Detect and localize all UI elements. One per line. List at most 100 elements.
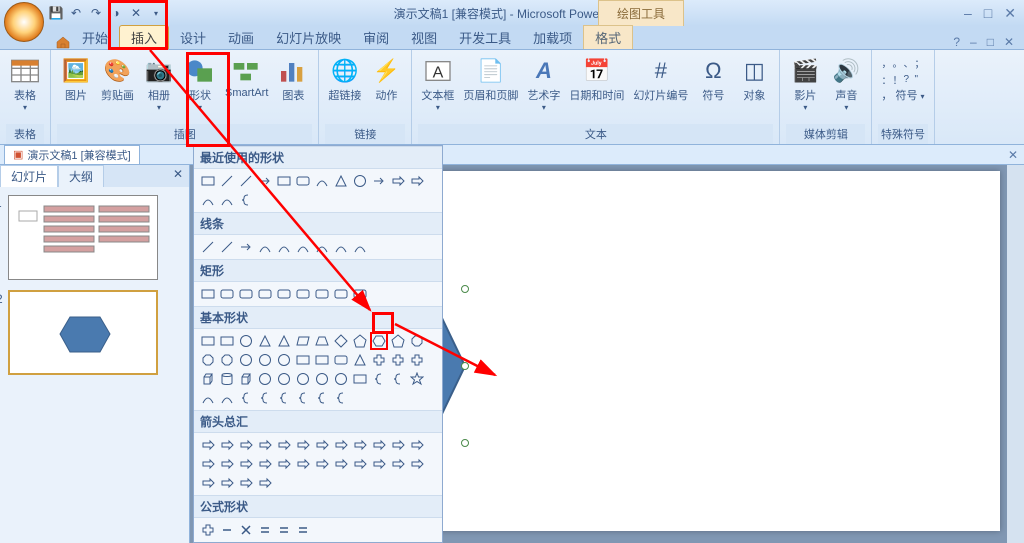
tab-insert[interactable]: 插入: [119, 25, 169, 49]
header-footer-button[interactable]: 📄页眉和页脚: [460, 53, 521, 105]
shape-basic-37[interactable]: [218, 389, 236, 407]
sel-handle-mr[interactable]: [461, 362, 469, 370]
shape-basic-28[interactable]: [275, 370, 293, 388]
shape-arrow-15[interactable]: [256, 455, 274, 473]
shape-basic-10[interactable]: [389, 332, 407, 350]
shape-arrow-27[interactable]: [256, 474, 274, 492]
shape-recent-8[interactable]: [351, 172, 369, 190]
shape-recent-3[interactable]: [256, 172, 274, 190]
sel-handle-br[interactable]: [461, 439, 469, 447]
shape-basic-36[interactable]: [199, 389, 217, 407]
shape-basic-9[interactable]: [370, 332, 388, 350]
office-button[interactable]: [4, 2, 44, 42]
shape-basic-21[interactable]: [370, 351, 388, 369]
tab-review[interactable]: 审阅: [352, 26, 400, 49]
shape-line-1[interactable]: [218, 238, 236, 256]
tab-slides-thumbnail[interactable]: 幻灯片: [0, 165, 58, 187]
shape-eq-3[interactable]: [256, 521, 274, 539]
shape-basic-14[interactable]: [237, 351, 255, 369]
shape-recent-7[interactable]: [332, 172, 350, 190]
shape-arrow-16[interactable]: [275, 455, 293, 473]
qat-item-icon[interactable]: ◑: [108, 5, 124, 21]
shape-basic-11[interactable]: [408, 332, 426, 350]
shape-basic-5[interactable]: [294, 332, 312, 350]
shape-rect-8[interactable]: [351, 285, 369, 303]
shape-line-3[interactable]: [256, 238, 274, 256]
shape-basic-4[interactable]: [275, 332, 293, 350]
shape-basic-32[interactable]: [351, 370, 369, 388]
shape-basic-8[interactable]: [351, 332, 369, 350]
movie-button[interactable]: 🎬影片▾: [786, 53, 824, 114]
shape-arrow-12[interactable]: [199, 455, 217, 473]
shape-basic-15[interactable]: [256, 351, 274, 369]
shape-line-6[interactable]: [313, 238, 331, 256]
shape-arrow-17[interactable]: [294, 455, 312, 473]
panel-close-icon[interactable]: ✕: [1008, 148, 1018, 162]
slide-thumbnail-1[interactable]: 1: [8, 195, 158, 280]
shape-recent-4[interactable]: [275, 172, 293, 190]
shapes-button[interactable]: 形状▾: [181, 53, 219, 114]
shape-arrow-8[interactable]: [351, 436, 369, 454]
shape-arrow-3[interactable]: [256, 436, 274, 454]
shape-rect-2[interactable]: [237, 285, 255, 303]
shape-recent-5[interactable]: [294, 172, 312, 190]
shape-basic-17[interactable]: [294, 351, 312, 369]
shape-basic-19[interactable]: [332, 351, 350, 369]
shape-recent-10[interactable]: [389, 172, 407, 190]
shape-basic-42[interactable]: [313, 389, 331, 407]
shape-recent-13[interactable]: [218, 191, 236, 209]
shape-eq-4[interactable]: [275, 521, 293, 539]
shape-basic-7[interactable]: [332, 332, 350, 350]
shape-eq-2[interactable]: [237, 521, 255, 539]
doc-restore-icon[interactable]: □: [987, 35, 994, 49]
shape-arrow-18[interactable]: [313, 455, 331, 473]
shape-basic-39[interactable]: [256, 389, 274, 407]
shape-line-0[interactable]: [199, 238, 217, 256]
shape-basic-22[interactable]: [389, 351, 407, 369]
symbol-button[interactable]: Ω符号: [694, 53, 732, 105]
shape-recent-11[interactable]: [408, 172, 426, 190]
shape-basic-1[interactable]: [218, 332, 236, 350]
shape-line-8[interactable]: [351, 238, 369, 256]
shape-rect-7[interactable]: [332, 285, 350, 303]
shape-arrow-14[interactable]: [237, 455, 255, 473]
maximize-icon[interactable]: □: [984, 5, 992, 22]
shape-basic-27[interactable]: [256, 370, 274, 388]
help-icon[interactable]: ?: [953, 35, 960, 49]
qat-close-icon[interactable]: ✕: [128, 5, 144, 21]
shape-basic-25[interactable]: [218, 370, 236, 388]
shape-arrow-25[interactable]: [218, 474, 236, 492]
sel-handle-tr[interactable]: [461, 285, 469, 293]
undo-icon[interactable]: ↶: [68, 5, 84, 21]
shape-line-7[interactable]: [332, 238, 350, 256]
shape-rect-0[interactable]: [199, 285, 217, 303]
document-tab[interactable]: ▣ 演示文稿1 [兼容模式]: [4, 145, 140, 165]
shape-basic-16[interactable]: [275, 351, 293, 369]
shape-recent-0[interactable]: [199, 172, 217, 190]
slide-thumbnail-2[interactable]: 2: [8, 290, 158, 375]
vertical-scrollbar[interactable]: [1007, 165, 1024, 543]
picture-button[interactable]: 🖼️图片: [57, 53, 95, 105]
tab-view[interactable]: 视图: [400, 26, 448, 49]
smartart-button[interactable]: SmartArt: [222, 53, 271, 101]
shape-arrow-19[interactable]: [332, 455, 350, 473]
shape-arrow-0[interactable]: [199, 436, 217, 454]
shape-rect-6[interactable]: [313, 285, 331, 303]
shape-line-4[interactable]: [275, 238, 293, 256]
panel-collapse-icon[interactable]: ✕: [167, 165, 189, 187]
tab-design[interactable]: 设计: [169, 26, 217, 49]
tab-animation[interactable]: 动画: [217, 26, 265, 49]
qat-more-icon[interactable]: ▾: [148, 5, 164, 21]
clipart-button[interactable]: 🎨剪贴画: [98, 53, 137, 105]
tab-format[interactable]: 格式: [583, 25, 633, 49]
save-icon[interactable]: 💾: [48, 5, 64, 21]
shape-recent-12[interactable]: [199, 191, 217, 209]
shape-eq-0[interactable]: [199, 521, 217, 539]
shape-basic-23[interactable]: [408, 351, 426, 369]
shape-rect-1[interactable]: [218, 285, 236, 303]
shape-recent-9[interactable]: [370, 172, 388, 190]
table-button[interactable]: 表格▾: [6, 53, 44, 114]
shape-basic-34[interactable]: [389, 370, 407, 388]
shape-basic-29[interactable]: [294, 370, 312, 388]
shape-basic-18[interactable]: [313, 351, 331, 369]
